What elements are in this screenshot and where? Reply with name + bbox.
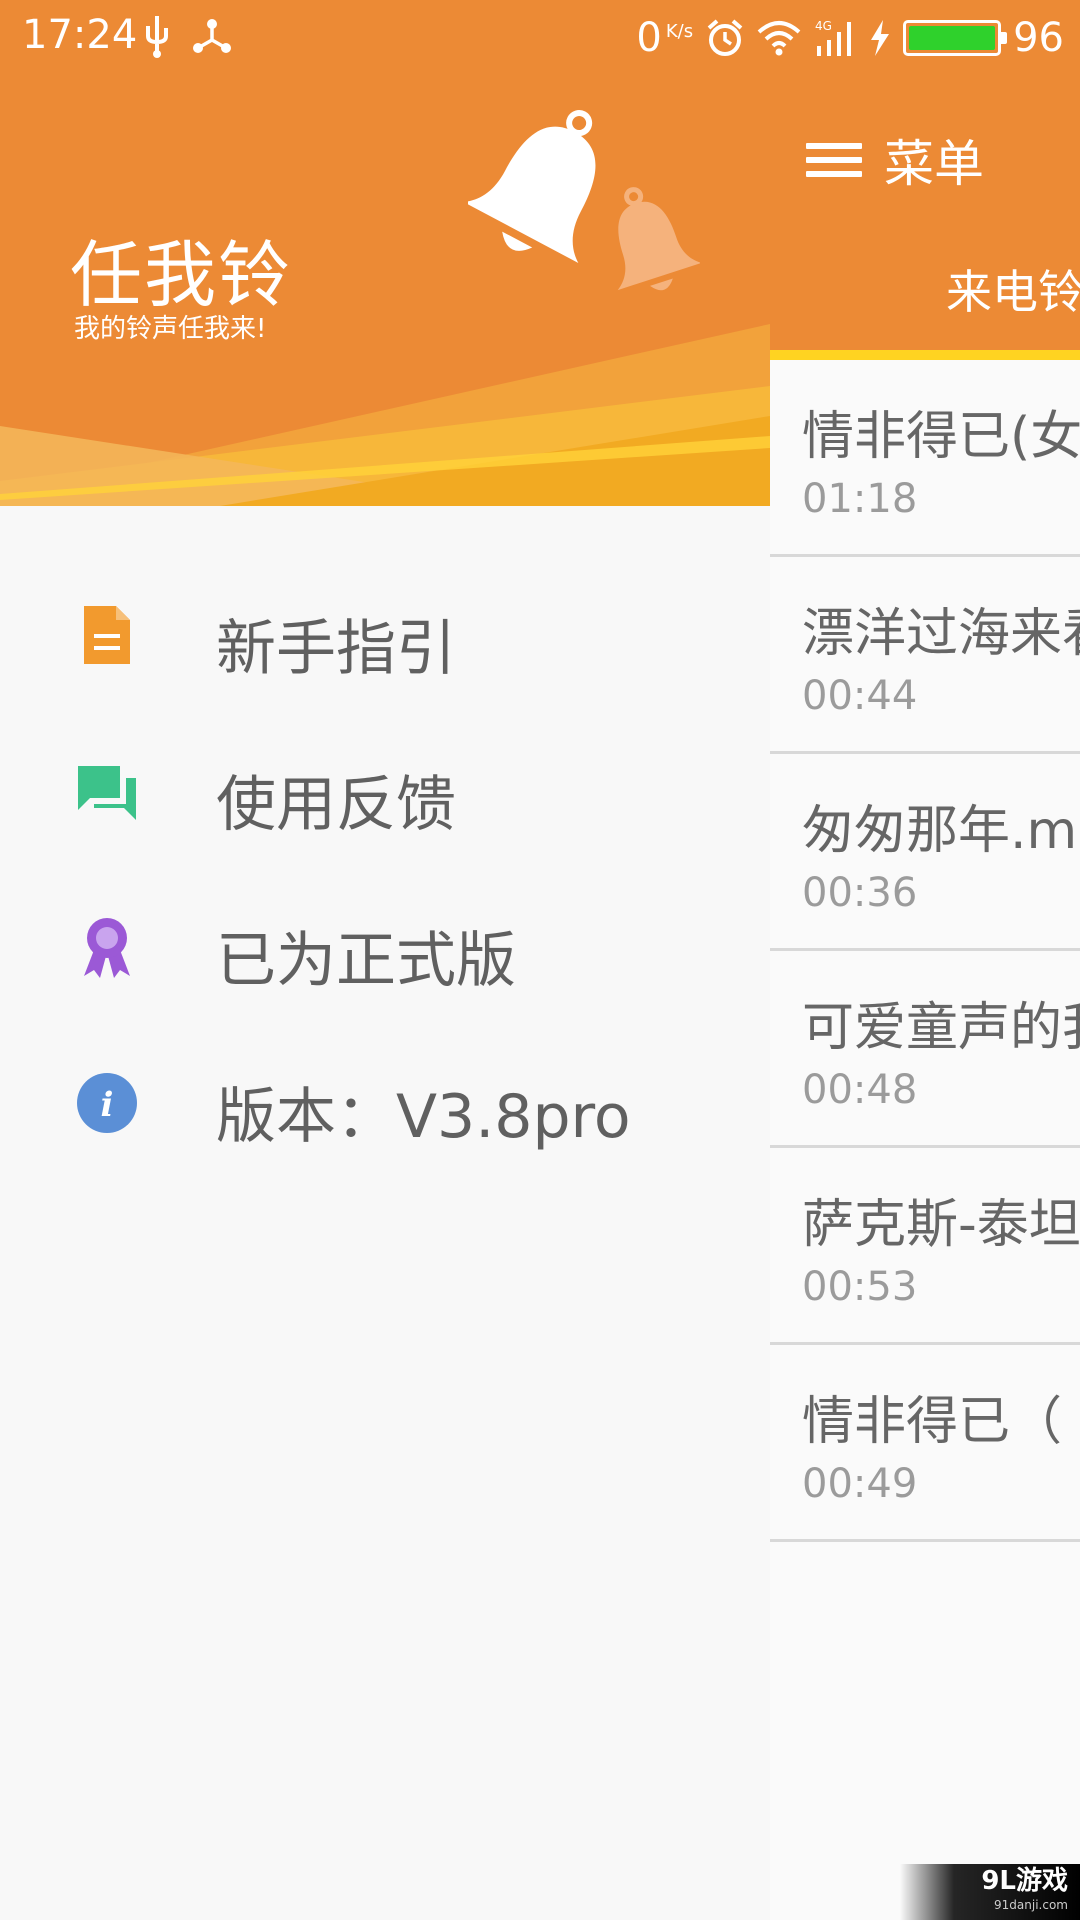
drawer-item-label: 版本：V3.8pro <box>216 1082 631 1152</box>
battery-fill <box>909 26 996 50</box>
app-slogan: 我的铃声任我来! <box>74 314 267 344</box>
status-time: 17:24 <box>22 12 138 58</box>
song-row[interactable]: 漂洋过海来看 00:44 <box>770 557 1080 754</box>
song-title: 漂洋过海来看 <box>802 604 1080 664</box>
status-bar: 17:24 0 K/s 4G 96 <box>0 0 1080 76</box>
svg-text:4G: 4G <box>815 19 832 33</box>
song-row[interactable]: 情非得已（ 00:49 <box>770 1345 1080 1542</box>
song-title: 可爱童声的我 <box>802 998 1080 1058</box>
battery-icon <box>903 20 1008 56</box>
share-icon <box>193 19 231 53</box>
menu-label: 菜单 <box>884 135 984 193</box>
song-title: 萨克斯-泰坦 <box>802 1195 1080 1255</box>
song-duration: 00:53 <box>802 1264 918 1310</box>
info-icon: i <box>77 1073 137 1133</box>
feedback-icon <box>78 766 136 820</box>
song-row[interactable]: 萨克斯-泰坦 00:53 <box>770 1148 1080 1345</box>
net-speed: 0 K/s <box>636 15 694 61</box>
drawer-header: 任我铃 我的铃声任我来! <box>0 76 770 506</box>
drawer-item-label: 已为正式版 <box>216 926 516 996</box>
song-title: 匆匆那年.m <box>802 801 1078 861</box>
song-row[interactable]: 可爱童声的我 00:48 <box>770 951 1080 1148</box>
drawer-item-label: 新手指引 <box>216 614 456 684</box>
wifi-icon <box>757 21 801 56</box>
song-duration: 01:18 <box>802 476 918 522</box>
drawer-item-guide[interactable]: 新手指引 <box>0 556 770 712</box>
tab-indicator <box>770 350 1080 360</box>
usb-icon <box>146 16 168 58</box>
tab-incoming-ringtone[interactable]: 来电铃 <box>946 256 1080 322</box>
award-icon <box>84 918 130 978</box>
charging-icon <box>871 20 890 56</box>
alarm-icon <box>707 19 743 56</box>
watermark: 9L游戏 91danji.com <box>900 1864 1080 1920</box>
menu-button[interactable]: 菜单 <box>806 124 984 196</box>
navigation-drawer: 任我铃 我的铃声任我来! 新手指引 使用反馈 已为正式版 i 版本：V3.8pr… <box>0 76 770 1920</box>
app-bar: 菜单 来电铃 <box>770 76 1080 350</box>
bell-icon <box>468 110 596 264</box>
drawer-item-feedback[interactable]: 使用反馈 <box>0 712 770 868</box>
document-icon <box>84 606 130 664</box>
song-title: 情非得已（ <box>802 1392 1063 1452</box>
signal-4g-icon: 4G <box>815 19 852 56</box>
drawer-menu: 新手指引 使用反馈 已为正式版 i 版本：V3.8pro <box>0 556 770 1180</box>
drawer-item-official[interactable]: 已为正式版 <box>0 868 770 1024</box>
song-duration: 00:44 <box>802 673 918 719</box>
hamburger-icon <box>806 135 862 185</box>
song-duration: 00:36 <box>802 870 918 916</box>
watermark-sub: 91danji.com <box>994 1898 1068 1912</box>
battery-level: 96 <box>1013 15 1064 61</box>
song-duration: 00:48 <box>802 1067 918 1113</box>
song-duration: 00:49 <box>802 1461 918 1507</box>
song-list: 情非得已(女 01:18 漂洋过海来看 00:44 匆匆那年.m 00:36 可爱童声的我 0… <box>770 360 1080 1542</box>
drawer-item-label: 使用反馈 <box>216 770 456 840</box>
app-name: 任我铃 <box>70 233 293 317</box>
song-row[interactable]: 情非得已(女 01:18 <box>770 360 1080 557</box>
main-screen: 菜单 来电铃 情非得已(女 01:18 漂洋过海来看 00:44 匆匆那年.m 00:36… <box>770 76 1080 1920</box>
svg-text:i: i <box>101 1085 114 1125</box>
song-row[interactable]: 匆匆那年.m 00:36 <box>770 754 1080 951</box>
watermark-main: 9L游戏 <box>981 1866 1068 1896</box>
drawer-item-version[interactable]: i 版本：V3.8pro <box>0 1024 770 1180</box>
song-title: 情非得已(女 <box>802 407 1080 467</box>
bell-small-icon <box>617 187 700 291</box>
